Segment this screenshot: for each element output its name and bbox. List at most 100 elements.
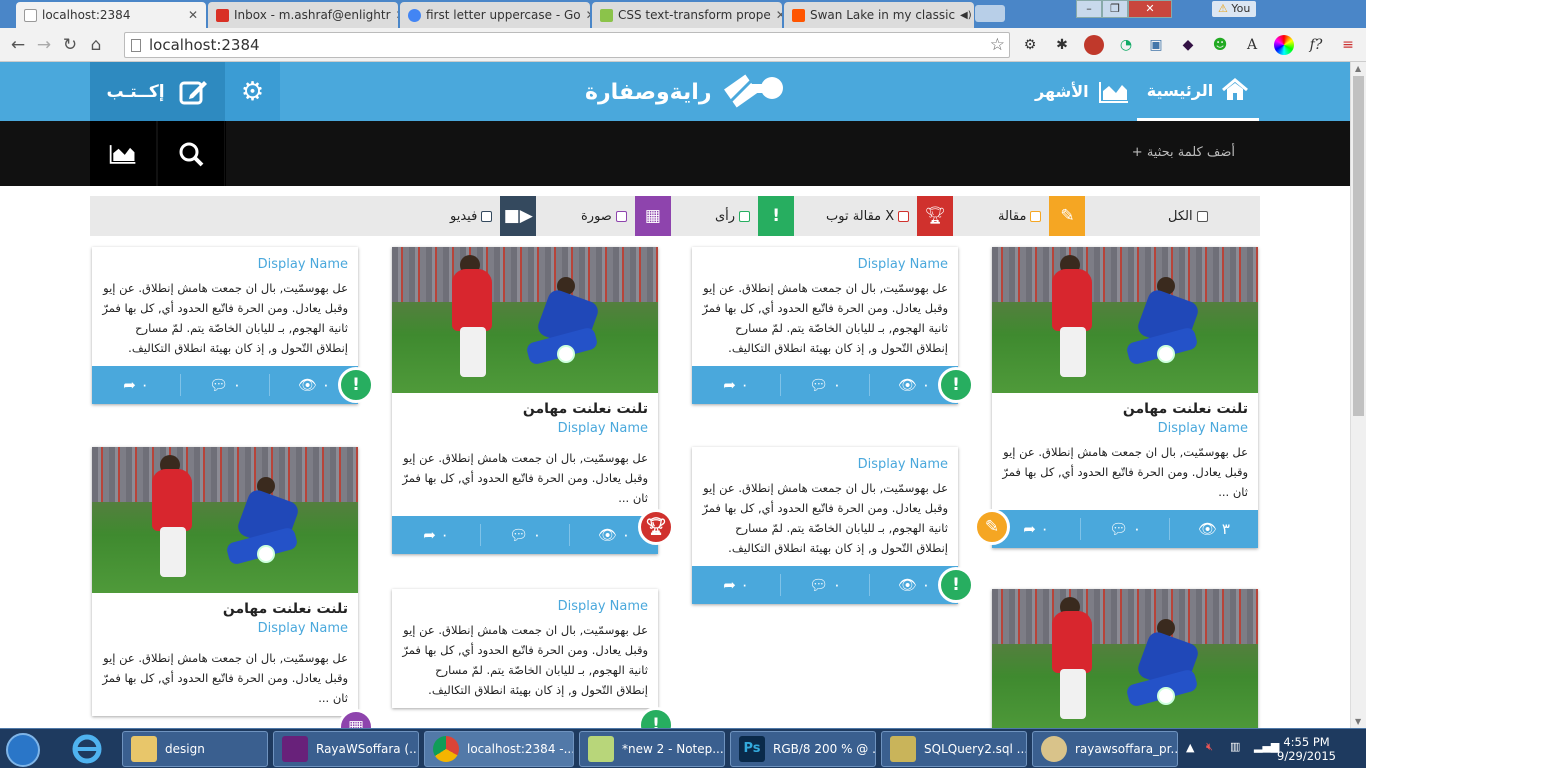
- colorpicker-extension-icon[interactable]: [1274, 35, 1294, 55]
- close-tab-icon[interactable]: ✕: [188, 8, 198, 22]
- restore-button[interactable]: ❐: [1102, 0, 1128, 18]
- page-scrollbar[interactable]: ▲ ▼: [1350, 62, 1366, 728]
- close-tab-icon[interactable]: ✕: [776, 8, 782, 22]
- signal-icon[interactable]: ▂▄▆: [1254, 740, 1279, 753]
- filter-opinion[interactable]: رأى !: [707, 196, 795, 236]
- author-name[interactable]: Display Name: [992, 417, 1258, 436]
- comment-button[interactable]: 💬︎ ٠: [780, 574, 869, 596]
- taskbar-item-chrome[interactable]: localhost:2384 -...: [424, 731, 574, 767]
- home-icon: [1222, 78, 1249, 100]
- volume-muted-icon[interactable]: 🔇︎: [1206, 740, 1213, 754]
- chart-filter-button[interactable]: [90, 121, 156, 186]
- menu-icon[interactable]: ≡: [1338, 35, 1358, 55]
- filter-top-checkbox[interactable]: [898, 210, 910, 222]
- top-article-card[interactable]: تلنت نعلنت مهامن Display Name عل بهوسمّي…: [392, 247, 674, 554]
- windows-taskbar: design RayaWSoffara (... localhost:2384 …: [0, 728, 1366, 768]
- android-extension-icon[interactable]: ☻: [1210, 35, 1230, 55]
- filter-opinion-checkbox[interactable]: [739, 210, 751, 222]
- scroll-thumb[interactable]: [1353, 76, 1364, 416]
- scroll-up-icon[interactable]: ▲: [1355, 64, 1361, 73]
- folder-extension-icon[interactable]: ▣: [1146, 35, 1166, 55]
- site-logo[interactable]: رايةوصفارة: [585, 72, 786, 112]
- filter-top-article[interactable]: مقالة توب X 🏆︎: [818, 196, 954, 236]
- filter-all-checkbox[interactable]: [1196, 210, 1208, 222]
- card-title[interactable]: تلنت نعلنت مهامن: [992, 393, 1258, 417]
- author-name[interactable]: Display Name: [692, 247, 958, 272]
- share-button[interactable]: ➦ ٠: [92, 374, 180, 396]
- author-name[interactable]: Display Name: [392, 589, 658, 614]
- tab-inbox[interactable]: Inbox - m.ashraf@enlightr ✕: [208, 2, 398, 28]
- filter-video-checkbox[interactable]: [481, 210, 493, 222]
- filter-all[interactable]: الكل: [1160, 196, 1216, 236]
- taskbar-item-photoshop[interactable]: Ps RGB/8 200 % @ ...: [730, 731, 876, 767]
- taskbar-item-paint[interactable]: rayawsoffara_pr...: [1032, 731, 1178, 767]
- comment-button[interactable]: 💬︎ ٠: [1080, 518, 1169, 540]
- share-button[interactable]: ➦ ٠: [692, 374, 780, 396]
- view-count: ٠: [321, 376, 330, 394]
- opinion-card[interactable]: Display Name عل بهوسمّيت, بال ان جمعت ها…: [92, 247, 374, 404]
- write-button[interactable]: إكــتـب: [90, 62, 225, 121]
- nav-home[interactable]: الرئيسية: [1137, 62, 1259, 121]
- comment-button[interactable]: 💬︎ ٠: [180, 374, 269, 396]
- tab-css[interactable]: CSS text-transform prope ✕: [592, 2, 782, 28]
- filter-image-checkbox[interactable]: [615, 210, 627, 222]
- network-icon[interactable]: ▥: [1230, 740, 1240, 753]
- close-tab-icon[interactable]: ✕: [586, 8, 590, 22]
- address-bar[interactable]: localhost:2384 ☆: [124, 32, 1010, 58]
- author-name[interactable]: Display Name: [92, 247, 358, 272]
- settings-button[interactable]: ⚙: [225, 62, 280, 121]
- font-question-icon[interactable]: f?: [1306, 35, 1326, 55]
- ie-icon[interactable]: [70, 732, 108, 766]
- filter-image[interactable]: صورة ▦: [573, 196, 671, 236]
- filter-video[interactable]: فيديو ■▶: [442, 196, 537, 236]
- image-card[interactable]: تلنت نعلنت مهامن Display Name عل بهوسمّي…: [92, 447, 374, 728]
- share-button[interactable]: ➦ ٠: [392, 524, 480, 546]
- taskbar-item-notepad[interactable]: *new 2 - Notep...: [579, 731, 725, 767]
- card-excerpt: عل بهوسمّيت, بال ان جمعت هامش إنطلاق. عن…: [402, 623, 648, 697]
- font-extension-icon[interactable]: A: [1242, 35, 1262, 55]
- back-icon[interactable]: ←: [5, 35, 31, 55]
- article-card[interactable]: [992, 589, 1258, 728]
- red-extension-icon[interactable]: [1084, 35, 1104, 55]
- taskbar-item-design[interactable]: design: [122, 731, 268, 767]
- bookmark-star-icon[interactable]: ☆: [990, 33, 1005, 57]
- bug-extension-icon[interactable]: ✱: [1052, 35, 1072, 55]
- reload-icon[interactable]: ↻: [57, 35, 83, 55]
- comment-button[interactable]: 💬︎ ٠: [480, 524, 569, 546]
- tab-localhost[interactable]: localhost:2384 ✕: [16, 2, 206, 28]
- filter-article[interactable]: مقالة ✎: [990, 196, 1086, 236]
- opinion-card[interactable]: Display Name عل بهوسمّيت, بال ان جمعت ها…: [692, 447, 974, 604]
- close-window-button[interactable]: ✕: [1128, 0, 1172, 18]
- signal-extension-icon[interactable]: ◔: [1116, 35, 1136, 55]
- card-title[interactable]: تلنت نعلنت مهامن: [392, 393, 658, 417]
- new-tab-button[interactable]: [975, 5, 1005, 22]
- taskbar-item-sql[interactable]: SQLQuery2.sql ...: [881, 731, 1027, 767]
- comment-button[interactable]: 💬︎ ٠: [780, 374, 869, 396]
- filter-article-checkbox[interactable]: [1030, 210, 1042, 222]
- opinion-card[interactable]: Display Name عل بهوسمّيت, بال ان جمعت ها…: [692, 247, 974, 404]
- close-tab-icon[interactable]: ✕: [396, 8, 398, 22]
- search-button[interactable]: [158, 121, 224, 186]
- start-button[interactable]: [6, 733, 40, 767]
- clock[interactable]: 4:55 PM 9/29/2015: [1277, 735, 1336, 763]
- tab-google[interactable]: first letter uppercase - Go ✕: [400, 2, 590, 28]
- dark-extension-icon[interactable]: ◆: [1178, 35, 1198, 55]
- author-name[interactable]: Display Name: [692, 447, 958, 472]
- share-button[interactable]: ➦ ٠: [692, 574, 780, 596]
- search-input[interactable]: + أضف كلمة بحثية: [225, 121, 1260, 186]
- author-name[interactable]: Display Name: [392, 417, 658, 436]
- home-icon[interactable]: ⌂: [83, 35, 109, 55]
- opinion-card[interactable]: Display Name عل بهوسمّيت, بال ان جمعت ها…: [392, 589, 674, 728]
- profile-button[interactable]: ⚠ You: [1212, 1, 1257, 17]
- taskbar-item-visualstudio[interactable]: RayaWSoffara (...: [273, 731, 419, 767]
- settings-extension-icon[interactable]: ⚙: [1020, 35, 1040, 55]
- forward-icon[interactable]: →: [31, 35, 57, 55]
- scroll-down-icon[interactable]: ▼: [1355, 717, 1361, 726]
- tray-expand-icon[interactable]: ▲: [1186, 741, 1194, 754]
- nav-top[interactable]: الأشهر: [1035, 62, 1131, 121]
- author-name[interactable]: Display Name: [92, 617, 358, 636]
- minimize-button[interactable]: –: [1076, 0, 1102, 18]
- article-card[interactable]: تلنت نعلنت مهامن Display Name عل بهوسمّي…: [974, 247, 1258, 548]
- tab-soundcloud[interactable]: Swan Lake in my classic ◀) ✕: [784, 2, 974, 28]
- card-title[interactable]: تلنت نعلنت مهامن: [92, 593, 358, 617]
